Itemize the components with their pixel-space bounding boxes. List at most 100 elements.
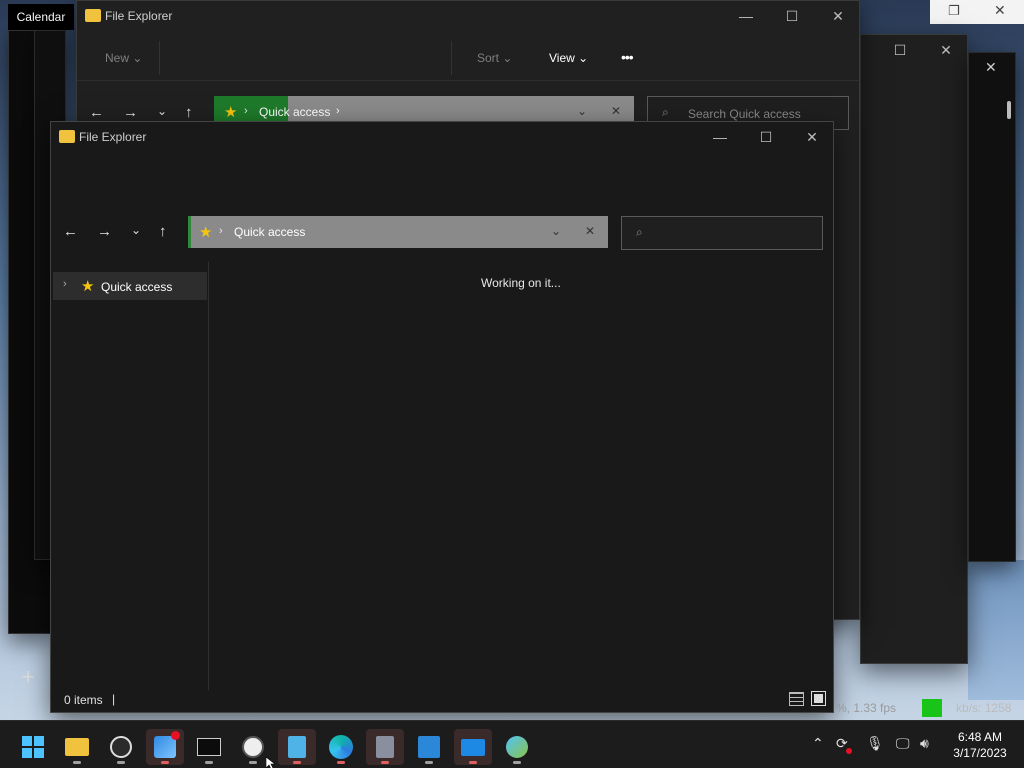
chevron-right-icon[interactable]: ›: [336, 105, 340, 117]
fps-readout: %, 1.33 fps: [836, 701, 897, 715]
start-button[interactable]: [14, 729, 52, 765]
running-indicator: [205, 761, 213, 764]
chevron-right-icon: ›: [219, 225, 223, 237]
close-icon[interactable]: ✕: [611, 104, 621, 118]
volume-icon[interactable]: 🔊︎: [920, 735, 929, 752]
details-view-icon[interactable]: [789, 692, 804, 706]
status-divider: |: [112, 692, 116, 706]
command-bar: New ⌄ Sort ⌄ View ⌄ •••: [77, 37, 859, 81]
close-icon[interactable]: ✕: [789, 122, 835, 152]
chevron-right-icon[interactable]: ›: [63, 278, 67, 290]
search-input[interactable]: ⌕: [621, 216, 823, 250]
calculator-icon: [376, 736, 394, 758]
taskbar-photos[interactable]: [146, 729, 184, 765]
desktop-wallpaper-right: [968, 560, 1024, 700]
close-icon[interactable]: ✕: [815, 1, 861, 31]
see-more-button[interactable]: •••: [621, 49, 634, 65]
address-path[interactable]: Quick access: [234, 225, 305, 239]
sidebar-item-quick-access[interactable]: › ★ Quick access: [53, 272, 207, 300]
taskbar-obs[interactable]: [102, 729, 140, 765]
running-indicator: [381, 761, 389, 764]
sync-error-badge: [846, 748, 852, 754]
taskbar-edge[interactable]: [322, 729, 360, 765]
close-icon[interactable]: ✕: [923, 35, 969, 65]
mouse-cursor-icon: [266, 757, 276, 768]
calendar-icon: [418, 736, 440, 758]
clock-icon: [242, 736, 264, 758]
maximize-icon[interactable]: ☐: [877, 35, 923, 65]
search-icon: ⌕: [636, 225, 643, 239]
taskbar-file-explorer[interactable]: [58, 729, 96, 765]
notepad-icon: [288, 736, 306, 758]
chevron-up-icon[interactable]: ⌃: [812, 735, 824, 752]
add-icon[interactable]: +: [10, 664, 46, 690]
running-indicator: [513, 761, 521, 764]
running-indicator: [117, 761, 125, 764]
folder-icon: [59, 130, 75, 143]
close-icon[interactable]: ✕: [994, 2, 1006, 19]
taskbar-maps[interactable]: [498, 729, 536, 765]
file-list-area[interactable]: Working on it...: [209, 262, 833, 690]
chevron-down-icon[interactable]: ⌄: [577, 104, 587, 118]
back-arrow-icon[interactable]: ←: [89, 104, 104, 121]
folder-icon: [65, 738, 89, 756]
forward-arrow-icon[interactable]: →: [123, 104, 138, 121]
status-indicator: [922, 699, 943, 717]
performance-overlay: %, 1.33 fps kb/s: 1258: [836, 696, 1024, 720]
large-icons-view-icon[interactable]: [811, 691, 826, 706]
chevron-right-icon: ›: [244, 105, 248, 117]
up-arrow-icon[interactable]: ↑: [185, 104, 193, 121]
file-explorer-window[interactable]: File Explorer — ☐ ✕ ← → ⌄ ↑ ★ › Quick ac…: [50, 121, 834, 713]
address-path[interactable]: Quick access: [259, 105, 330, 119]
system-clock[interactable]: 6:48 AM 3/17/2023: [944, 729, 1016, 761]
titlebar[interactable]: File Explorer — ☐ ✕: [77, 1, 859, 31]
star-icon: ★: [224, 104, 238, 121]
search-placeholder: Search Quick access: [688, 107, 801, 121]
close-icon[interactable]: ✕: [985, 59, 997, 76]
maximize-icon[interactable]: ☐: [743, 122, 789, 152]
view-button[interactable]: View ⌄: [549, 51, 588, 65]
running-indicator: [425, 761, 433, 764]
background-window-far-right[interactable]: ✕: [968, 52, 1016, 562]
titlebar[interactable]: File Explorer — ☐ ✕: [51, 122, 833, 152]
scrollbar-thumb[interactable]: [1007, 101, 1011, 119]
minimize-icon[interactable]: —: [697, 122, 743, 152]
running-indicator: [73, 761, 81, 764]
new-button[interactable]: New ⌄: [105, 51, 142, 65]
microphone-icon[interactable]: 🎙︎: [866, 735, 884, 752]
forward-arrow-icon[interactable]: →: [97, 223, 112, 240]
taskbar-notepad[interactable]: [278, 729, 316, 765]
obs-icon: [110, 736, 132, 758]
address-bar[interactable]: ★ › Quick access ⌄ ✕: [188, 216, 608, 248]
recent-locations-icon[interactable]: ⌄: [131, 223, 141, 237]
window-title: File Explorer: [105, 9, 173, 23]
maximize-icon[interactable]: ☐: [769, 1, 815, 31]
terminal-icon: [197, 738, 221, 756]
calendar-window-title[interactable]: Calendar: [8, 4, 74, 30]
background-window-right[interactable]: ☐ ✕: [860, 34, 968, 664]
running-indicator: [337, 761, 345, 764]
close-icon[interactable]: ✕: [585, 224, 595, 238]
search-icon: ⌕: [662, 105, 669, 119]
taskbar-calendar[interactable]: [410, 729, 448, 765]
taskbar-mail[interactable]: [454, 729, 492, 765]
taskbar-calculator[interactable]: [366, 729, 404, 765]
divider: [451, 41, 452, 75]
taskbar-terminal[interactable]: [190, 729, 228, 765]
mail-icon: [461, 738, 485, 756]
star-icon: ★: [81, 278, 95, 295]
recent-locations-icon[interactable]: ⌄: [157, 104, 167, 118]
navigation-pane: › ★ Quick access: [51, 262, 209, 690]
loading-message: Working on it...: [481, 276, 561, 290]
sort-button[interactable]: Sort ⌄: [477, 51, 512, 65]
running-indicator: [161, 761, 169, 764]
chevron-down-icon[interactable]: ⌄: [551, 224, 561, 238]
background-window-titlebar: ❐ ✕: [930, 0, 1024, 24]
network-icon[interactable]: 🖵︎: [896, 735, 910, 752]
windows-logo-icon: [22, 736, 44, 758]
divider: [159, 41, 160, 75]
up-arrow-icon[interactable]: ↑: [159, 223, 167, 240]
back-arrow-icon[interactable]: ←: [63, 223, 78, 240]
restore-icon[interactable]: ❐: [948, 3, 960, 19]
minimize-icon[interactable]: —: [723, 1, 769, 31]
